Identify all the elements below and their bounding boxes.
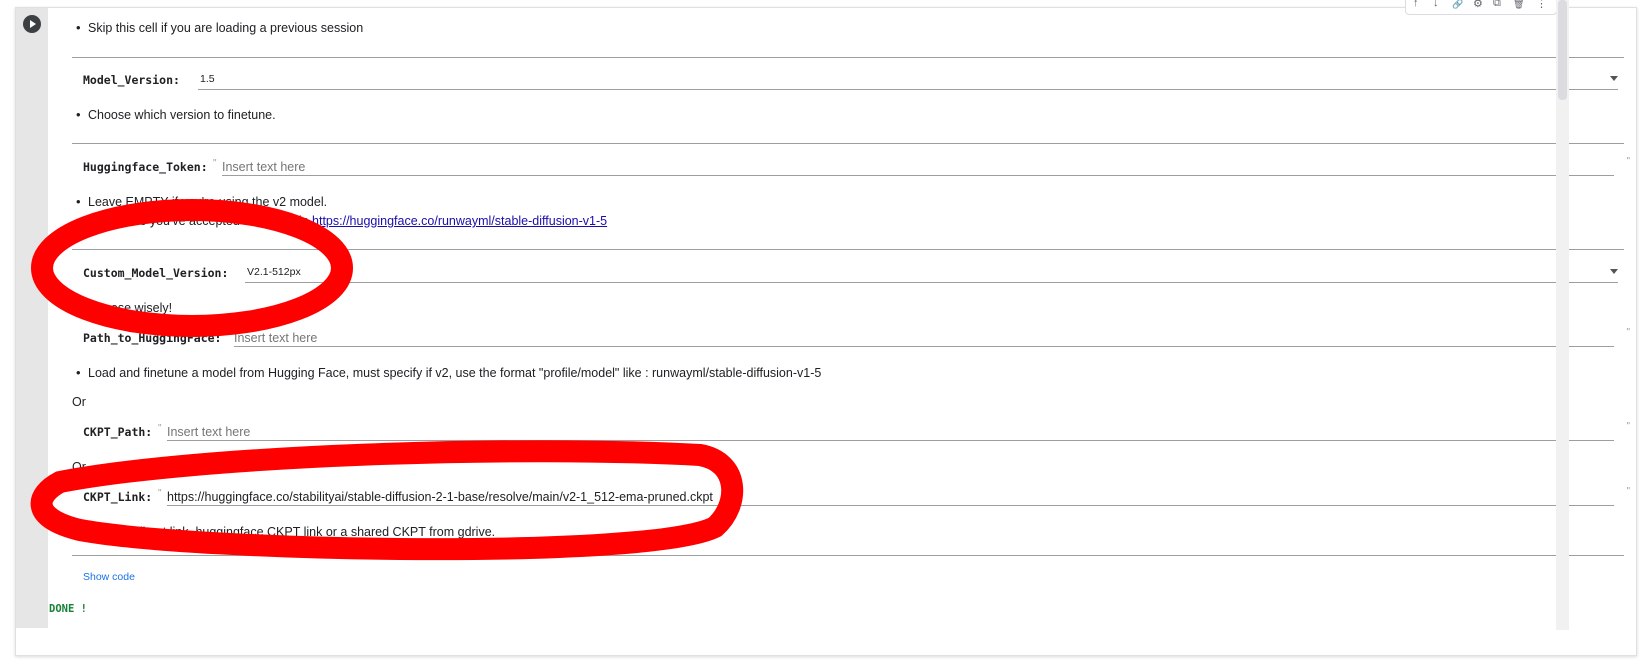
arrow-down-icon[interactable]: ↓ <box>1433 0 1439 9</box>
ckpt-link-note: A CKPT direct link, huggingface CKPT lin… <box>76 524 495 540</box>
divider <box>72 249 1624 250</box>
quote-mark: " <box>213 158 217 169</box>
terms-prefix: Make sure you've accepted the terms in <box>88 214 313 228</box>
hf-token-input[interactable] <box>222 158 1614 176</box>
quote-mark: " <box>1626 156 1630 167</box>
custom-model-version-select[interactable]: V2.1-512px <box>245 264 1618 283</box>
hf-terms-link[interactable]: https://huggingface.co/runwayml/stable-d… <box>312 214 607 228</box>
chevron-down-icon <box>1610 76 1618 81</box>
arrow-up-icon[interactable]: ↑ <box>1413 0 1419 9</box>
cell-gutter <box>16 8 48 628</box>
or-separator: Or <box>72 395 86 409</box>
custom-model-note: Choose wisely! <box>76 300 172 316</box>
model-version-note: Choose which version to finetune. <box>76 107 276 123</box>
divider <box>72 143 1624 144</box>
mirror-cell-icon[interactable]: ⧉ <box>1493 0 1501 10</box>
custom-model-version-label: Custom_Model_Version: <box>83 266 229 280</box>
cell-output: DONE ! <box>49 603 87 615</box>
trash-icon[interactable]: 🗑 <box>1513 0 1524 10</box>
show-code-link[interactable]: Show code <box>83 571 135 583</box>
more-vert-icon[interactable]: ⋮ <box>1536 0 1547 10</box>
custom-model-version-value: V2.1-512px <box>247 266 301 278</box>
or-separator: Or <box>72 460 86 474</box>
quote-mark: " <box>225 329 229 340</box>
model-version-value: 1.5 <box>200 73 215 85</box>
path-to-hf-note: Load and finetune a model from Hugging F… <box>76 365 821 381</box>
hf-token-label: Huggingface_Token: <box>83 160 208 174</box>
ckpt-path-field-wrap: " " <box>158 421 1630 441</box>
ckpt-link-label: CKPT_Link: <box>83 490 153 504</box>
path-to-hf-label: Path_to_HuggingFace: <box>83 331 222 345</box>
quote-mark: " <box>1626 421 1630 432</box>
cell-toolbar: ↑ ↓ 🔗 ⚙ ⧉ 🗑 ⋮ <box>1405 0 1557 15</box>
model-version-select[interactable]: 1.5 <box>198 71 1618 90</box>
scrollbar-thumb[interactable] <box>1558 0 1567 100</box>
hf-token-note: Leave EMPTY if you're using the v2 model… <box>76 194 327 210</box>
code-cell: Skip this cell if you are loading a prev… <box>15 7 1637 656</box>
model-version-label: Model_Version: <box>83 73 180 87</box>
gear-icon[interactable]: ⚙ <box>1473 0 1483 10</box>
ckpt-link-input[interactable] <box>167 488 1614 506</box>
quote-mark: " <box>158 423 162 434</box>
link-icon[interactable]: 🔗 <box>1452 0 1463 10</box>
hf-token-field-wrap: " " <box>213 156 1630 176</box>
form-content: Skip this cell if you are loading a prev… <box>48 8 1636 628</box>
ckpt-link-field-wrap: " " <box>158 486 1630 506</box>
path-to-hf-input[interactable] <box>234 329 1614 347</box>
path-to-hf-field-wrap: " " <box>225 327 1630 347</box>
ckpt-path-label: CKPT_Path: <box>83 425 153 439</box>
hf-token-terms-note: Make sure you've accepted the terms in h… <box>76 213 607 229</box>
ckpt-path-input[interactable] <box>167 423 1614 441</box>
chevron-down-icon <box>1610 269 1618 274</box>
play-icon[interactable] <box>23 15 41 33</box>
skip-note: Skip this cell if you are loading a prev… <box>76 20 363 36</box>
quote-mark: " <box>1626 486 1630 497</box>
quote-mark: " <box>1626 327 1630 338</box>
quote-mark: " <box>158 488 162 499</box>
divider <box>72 57 1624 58</box>
divider <box>72 555 1624 556</box>
